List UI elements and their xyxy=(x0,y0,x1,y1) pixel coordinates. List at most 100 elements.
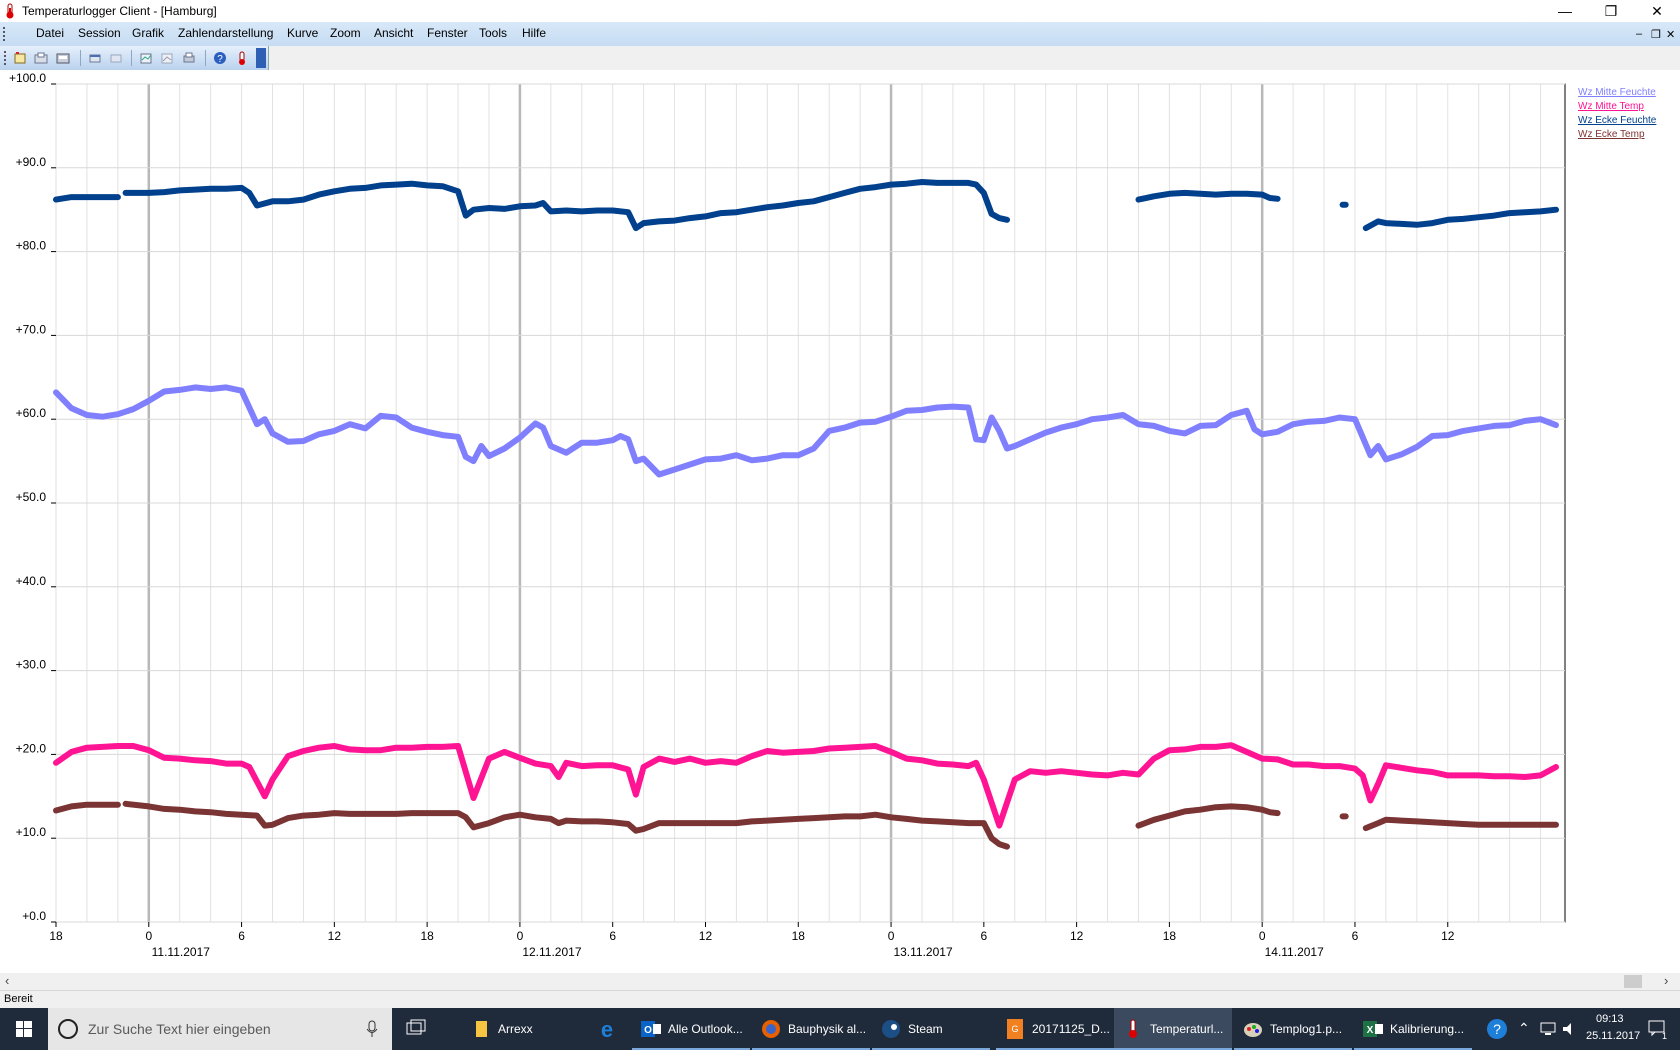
window-icon[interactable] xyxy=(88,51,102,65)
taskbar-search[interactable]: Zur Suche Text hier eingeben xyxy=(48,1008,392,1050)
x-tick-label: 6 xyxy=(1352,929,1359,943)
menu-zahlendarstellung[interactable]: Zahlendarstellung xyxy=(178,26,273,40)
x-date-label: 14.11.2017 xyxy=(1265,945,1324,959)
horizontal-scrollbar[interactable]: ‹ › xyxy=(0,973,1680,990)
y-tick-label: +50.0 xyxy=(16,490,47,504)
cortana-icon xyxy=(58,1019,78,1039)
x-date-label: 11.11.2017 xyxy=(152,945,211,959)
x-date-label: 12.11.2017 xyxy=(522,945,581,959)
task-view-icon[interactable] xyxy=(405,1019,427,1039)
svg-text:?: ? xyxy=(217,54,223,65)
legend-entry: Wz Mitte Temp xyxy=(1578,101,1644,112)
y-tick-label: +100.0 xyxy=(9,71,46,85)
y-tick-label: +30.0 xyxy=(16,658,47,672)
series-line-2-0 xyxy=(53,194,121,203)
x-tick-label: 0 xyxy=(1259,929,1266,943)
x-tick-label: 12 xyxy=(1441,929,1455,943)
clock-time: 09:13 xyxy=(1596,1013,1624,1025)
clock-date: 25.11.2017 xyxy=(1586,1030,1641,1042)
svg-text:?: ? xyxy=(1493,1021,1501,1037)
scroll-right-icon[interactable]: › xyxy=(1664,973,1668,988)
y-tick-label: +90.0 xyxy=(16,155,47,169)
y-tick-label: +40.0 xyxy=(16,574,47,588)
menu-session[interactable]: Session xyxy=(78,26,121,40)
minimize-button[interactable]: — xyxy=(1542,0,1588,22)
speaker-icon[interactable] xyxy=(1562,1022,1578,1036)
add-curve-icon[interactable] xyxy=(139,51,153,65)
help-icon: ? xyxy=(1487,1019,1507,1039)
x-tick-label: 0 xyxy=(145,929,152,943)
mdi-restore-button[interactable]: ❐ xyxy=(1651,28,1661,41)
microphone-icon[interactable] xyxy=(366,1020,378,1038)
task-temperaturlogger[interactable]: Temperaturl... xyxy=(1114,1008,1232,1050)
close-button[interactable]: ✕ xyxy=(1634,0,1680,22)
thermometer-icon xyxy=(1129,1019,1137,1038)
task-edge[interactable]: e xyxy=(588,1008,632,1050)
menu-kurve[interactable]: Kurve xyxy=(287,26,318,40)
print-icon[interactable] xyxy=(182,51,196,65)
task-steam[interactable]: Steam xyxy=(872,1008,990,1050)
mdi-close-button[interactable]: ✕ xyxy=(1666,28,1675,41)
x-tick-label: 0 xyxy=(888,929,895,943)
scrollbar-thumb[interactable] xyxy=(1624,975,1642,988)
task-firefox[interactable]: Bauphysik al... xyxy=(752,1008,870,1050)
x-tick-label: 18 xyxy=(1163,929,1177,943)
x-date-label: 13.11.2017 xyxy=(893,945,952,959)
save-icon[interactable] xyxy=(56,51,70,65)
clock[interactable]: 09:13 25.11.2017 xyxy=(1584,1008,1644,1050)
task-arrexx[interactable]: Arrexx xyxy=(462,1008,580,1050)
x-tick-label: 18 xyxy=(420,929,434,943)
x-tick-label: 0 xyxy=(517,929,524,943)
restore-button[interactable]: ❐ xyxy=(1588,0,1634,22)
menu-hilfe[interactable]: Hilfe xyxy=(522,26,546,40)
task-excel[interactable]: X Kalibrierung... xyxy=(1354,1008,1472,1050)
title-bar: Temperaturlogger Client - [Hamburg] — ❐ … xyxy=(0,0,1680,22)
notification-center[interactable]: 1 xyxy=(1642,1008,1680,1050)
search-placeholder: Zur Suche Text hier eingeben xyxy=(88,1021,271,1037)
humidity-temperature-chart: +0.0 +10.0 +20.0 +30.0 +40.0 +50.0 +60.0 +70.0 +… xyxy=(9,71,1657,959)
folder-icon xyxy=(476,1021,487,1037)
y-tick-label: +20.0 xyxy=(16,741,47,755)
thermometer-icon[interactable] xyxy=(235,51,249,65)
menu-grafik[interactable]: Grafik xyxy=(132,26,164,40)
chevron-up-icon[interactable]: ⌃ xyxy=(1518,1020,1530,1037)
task-outlook[interactable]: O Alle Outlook... xyxy=(632,1008,750,1050)
steam-icon xyxy=(882,1020,900,1038)
toolbar-separator xyxy=(131,50,132,66)
menu-grip xyxy=(3,27,8,41)
x-tick-label: 18 xyxy=(49,929,63,943)
status-text: Bereit xyxy=(4,993,33,1005)
chart-window: +0.0 +10.0 +20.0 +30.0 +40.0 +50.0 +60.0 +70.0 +… xyxy=(0,70,1680,990)
task-pdf[interactable]: G 20171125_D... xyxy=(996,1008,1114,1050)
window-icon[interactable] xyxy=(109,51,123,65)
x-tick-label: 18 xyxy=(792,929,806,943)
windows-start-icon[interactable] xyxy=(0,1008,48,1050)
task-paint[interactable]: Templog1.p... xyxy=(1234,1008,1352,1050)
menu-ansicht[interactable]: Ansicht xyxy=(374,26,413,40)
toolbar: ? xyxy=(0,46,269,70)
x-tick-label: 12 xyxy=(1070,929,1084,943)
mdi-minimize-button[interactable]: – xyxy=(1636,28,1642,40)
help-icon[interactable]: ? xyxy=(213,51,227,65)
svg-text:e: e xyxy=(601,1018,613,1040)
thermometer-icon xyxy=(6,3,14,19)
new-session-icon[interactable] xyxy=(13,51,27,65)
help-tray[interactable]: ? xyxy=(1484,1008,1510,1050)
network-icon[interactable] xyxy=(1540,1022,1558,1036)
svg-text:X: X xyxy=(1367,1025,1374,1036)
menu-tools[interactable]: Tools xyxy=(479,26,507,40)
menu-zoom[interactable]: Zoom xyxy=(330,26,361,40)
x-tick-label: 6 xyxy=(980,929,987,943)
excel-icon: X xyxy=(1363,1021,1383,1037)
y-tick-label: +10.0 xyxy=(16,825,47,839)
toolbar-separator xyxy=(205,50,206,66)
open-icon[interactable] xyxy=(34,51,48,65)
menu-datei[interactable]: Datei xyxy=(36,26,64,40)
legend-entry: Wz Ecke Feuchte xyxy=(1578,115,1657,126)
menu-fenster[interactable]: Fenster xyxy=(427,26,468,40)
scroll-left-icon[interactable]: ‹ xyxy=(5,973,9,988)
edit-curve-icon[interactable] xyxy=(160,51,174,65)
toolbar-overflow-button[interactable] xyxy=(256,48,266,68)
y-tick-label: +60.0 xyxy=(16,406,47,420)
x-tick-label: 6 xyxy=(238,929,245,943)
